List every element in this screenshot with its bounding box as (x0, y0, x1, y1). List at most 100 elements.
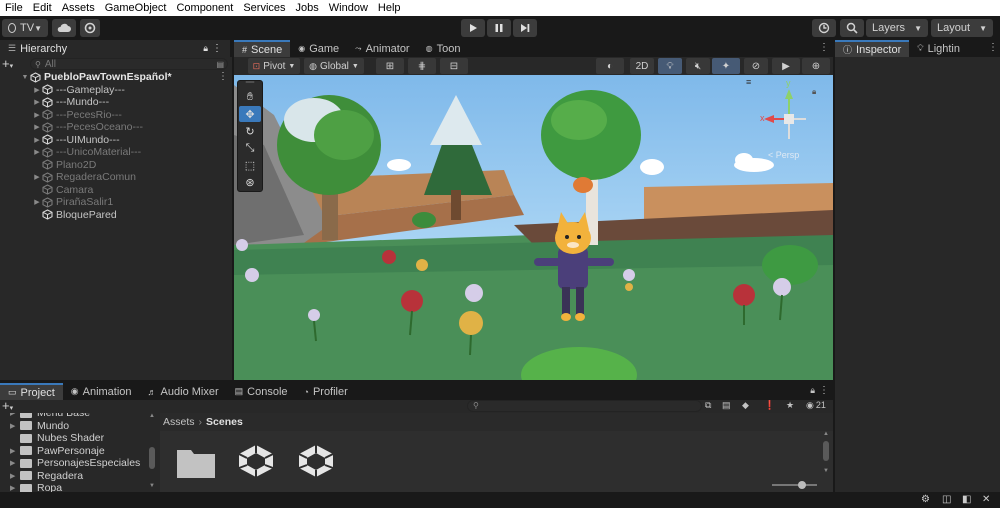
hierarchy-item[interactable]: ▶ ---Gameplay--- (32, 84, 125, 97)
project-folder-item[interactable]: ▶ PawPersonaje (10, 445, 105, 458)
expand-arrow-icon[interactable]: ▶ (10, 459, 20, 467)
star-icon[interactable]: ★ (786, 400, 794, 411)
expand-arrow-icon[interactable]: ▶ (10, 472, 20, 480)
breadcrumb-assets[interactable]: Assets (163, 416, 195, 428)
gizmos-button[interactable]: ⊕ (802, 58, 830, 74)
transform-tool-button[interactable]: ⊛ (239, 174, 261, 190)
expand-arrow-icon[interactable]: ▶ (10, 413, 20, 417)
hierarchy-item[interactable]: ▶ ---PecesRio--- (32, 109, 122, 122)
scene-options-icon[interactable]: ⋮ (218, 71, 228, 82)
expand-arrow-icon[interactable]: ▶ (10, 484, 20, 492)
scale-tool-button[interactable]: ⤡ (239, 140, 261, 156)
scene-view[interactable]: ══ ✋︎ ✥ ↻ ⤡ ⬚ ⊛ y x < Persp ≡ 🔒︎ (234, 75, 833, 380)
tab-lighting[interactable]: 💡︎ Lightin (909, 40, 968, 57)
progress-icon[interactable]: ✕ (982, 494, 990, 505)
menu-window[interactable]: Window (324, 2, 373, 14)
scroll-down-icon[interactable]: ▼ (823, 468, 829, 474)
lock-icon[interactable]: 🔒︎ (203, 43, 208, 54)
hierarchy-item[interactable]: ▶ ---UIMundo--- (32, 134, 119, 147)
bug-icon[interactable]: ⚙ (921, 494, 930, 505)
content-scrollbar[interactable] (823, 441, 829, 461)
grid-visibility-button[interactable]: ⋕ (408, 58, 436, 74)
global-dropdown[interactable]: ◍ Global ▼ (304, 58, 364, 74)
hierarchy-item[interactable]: Camara (32, 184, 93, 197)
expand-arrow-icon[interactable]: ▶ (32, 136, 42, 144)
menu-services[interactable]: Services (238, 2, 290, 14)
shading-mode-button[interactable]: ◐ (596, 58, 624, 74)
hierarchy-item[interactable]: ▶ ---Mundo--- (32, 96, 109, 109)
project-folder-item[interactable]: Nubes Shader (10, 432, 104, 445)
mode-2d-button[interactable]: 2D (630, 58, 654, 74)
layout-dropdown[interactable]: Layout ▼ (931, 19, 993, 37)
hand-tool-button[interactable]: ✋︎ (239, 89, 261, 105)
menu-edit[interactable]: Edit (28, 2, 57, 14)
pause-button[interactable] (487, 19, 511, 37)
tab-console[interactable]: ▤ Console (227, 383, 296, 400)
hierarchy-search-field[interactable]: ⚲ All ▤ (30, 58, 228, 70)
expand-arrow-icon[interactable]: ▶ (10, 422, 20, 430)
warning-icon[interactable]: ❗ (764, 400, 775, 411)
history-button[interactable] (812, 19, 836, 37)
add-object-button[interactable]: +▾ (2, 57, 20, 70)
more-options-icon[interactable]: ⋮ (819, 42, 829, 53)
tab-profiler[interactable]: ◔ Profiler (296, 383, 356, 400)
increment-snap-button[interactable]: ⊟ (440, 58, 468, 74)
hidden-objects-toggle[interactable]: ⊘ (744, 58, 768, 74)
cloud-button[interactable] (52, 19, 76, 37)
tag-icon[interactable]: ◆ (742, 400, 749, 411)
lock-icon[interactable]: 🔒︎ (810, 385, 815, 396)
filter-icon[interactable]: ▤ (722, 400, 731, 411)
unity-scene-icon[interactable] (296, 443, 336, 479)
pivot-dropdown[interactable]: ⊡ Pivot ▼ (248, 58, 300, 74)
audio-toggle[interactable]: 🔇︎ (686, 58, 710, 74)
effects-toggle[interactable]: ✦ (712, 58, 740, 74)
scroll-up-icon[interactable]: ▲ (823, 431, 829, 437)
expand-arrow-icon[interactable]: ▶ (32, 173, 42, 181)
menu-icon[interactable]: ≡ (746, 77, 751, 87)
menu-gameobject[interactable]: GameObject (100, 2, 172, 14)
expand-arrow-icon[interactable]: ▼ (20, 74, 30, 81)
expand-arrow-icon[interactable]: ▶ (10, 447, 20, 455)
lighting-toggle[interactable]: 💡︎ (658, 58, 682, 74)
project-folder-item[interactable]: ▶ Mundo (10, 420, 69, 433)
folder-tree-scrollbar[interactable] (149, 447, 155, 469)
expand-arrow-icon[interactable]: ▶ (32, 148, 42, 156)
hierarchy-item[interactable]: ▶ ---UnicoMaterial--- (32, 146, 141, 159)
tab-audio-mixer[interactable]: ♬ Audio Mixer (140, 383, 227, 400)
project-search-field[interactable]: ⚲ (467, 400, 702, 412)
project-folder-item[interactable]: ▶ Regadera (10, 470, 83, 483)
move-tool-button[interactable]: ✥ (239, 106, 261, 122)
cache-icon[interactable]: ◧ (962, 494, 971, 505)
hierarchy-item[interactable]: ▶ ---PecesOceano--- (32, 121, 143, 134)
play-button[interactable] (461, 19, 485, 37)
scroll-up-icon[interactable]: ▲ (149, 413, 155, 419)
filter-icon[interactable]: ▤ (216, 60, 224, 69)
icon-size-slider[interactable] (772, 484, 817, 486)
more-options-icon[interactable]: ⋮ (212, 43, 222, 54)
hierarchy-item[interactable]: Plano2D (32, 159, 96, 172)
tab-animator[interactable]: ⤳ Animator (347, 40, 417, 57)
scroll-down-icon[interactable]: ▼ (149, 483, 155, 489)
camera-settings-button[interactable]: ▶ (772, 58, 800, 74)
folder-asset-icon[interactable] (177, 446, 215, 478)
hierarchy-item[interactable]: BloquePared (32, 209, 117, 222)
expand-arrow-icon[interactable]: ▶ (32, 123, 42, 131)
tab-toon[interactable]: ◍ Toon (418, 40, 469, 57)
hierarchy-item[interactable]: ▶ PirañaSalir1 (32, 196, 113, 209)
menu-assets[interactable]: Assets (57, 2, 100, 14)
rect-tool-button[interactable]: ⬚ (239, 157, 261, 173)
menu-file[interactable]: File (0, 2, 28, 14)
lock-icon[interactable]: 🔒︎ (812, 87, 816, 97)
snap-grid-button[interactable]: ⊞ (376, 58, 404, 74)
step-button[interactable] (513, 19, 537, 37)
rotate-tool-button[interactable]: ↻ (239, 123, 261, 139)
account-dropdown[interactable]: TV ▼ (2, 19, 48, 37)
search-button[interactable] (840, 19, 864, 37)
unity-scene-icon[interactable] (236, 443, 276, 479)
more-options-icon[interactable]: ⋮ (988, 42, 998, 53)
collab-button[interactable] (80, 19, 100, 37)
create-asset-button[interactable]: +▾ (2, 399, 20, 412)
icon-size-slider-thumb[interactable] (798, 481, 806, 489)
tab-animation[interactable]: ◉ Animation (63, 383, 140, 400)
menu-jobs[interactable]: Jobs (291, 2, 324, 14)
